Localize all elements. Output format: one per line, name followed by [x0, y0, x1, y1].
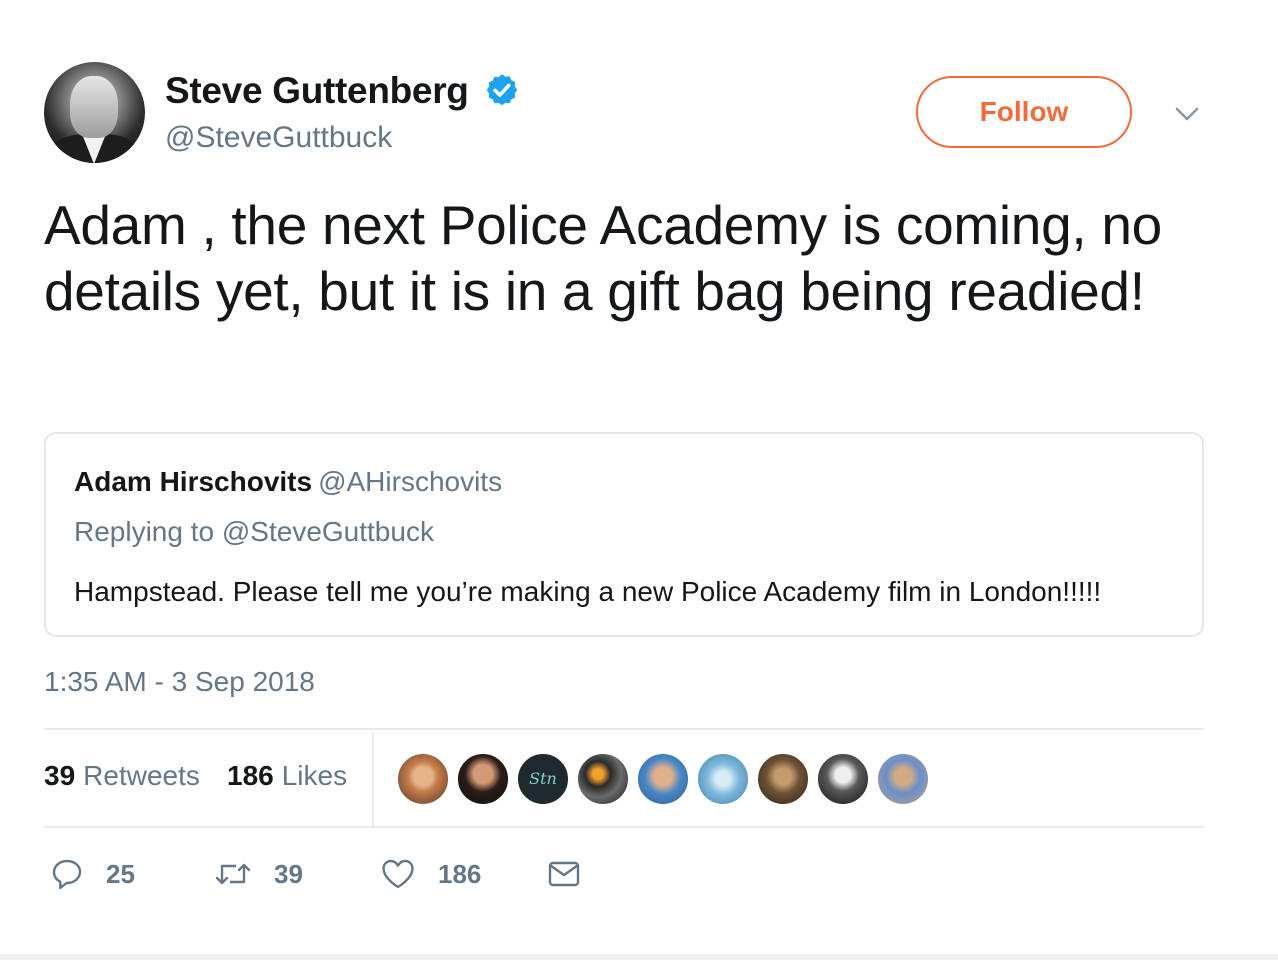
verified-badge-icon [486, 74, 518, 106]
like-count: 186 [438, 858, 482, 889]
stats-separator [372, 732, 374, 826]
tweet-text: Adam , the next Police Academy is coming… [44, 194, 1162, 322]
chevron-down-icon[interactable] [1172, 100, 1202, 128]
engagement-stats: 39 Retweets 186 Likes Stn [44, 732, 1204, 826]
liker-avatar[interactable] [456, 752, 510, 806]
liker-avatar[interactable] [756, 752, 810, 806]
heart-icon [382, 859, 414, 889]
liker-avatar[interactable] [576, 752, 630, 806]
author-display-name[interactable]: Steve Guttenberg [165, 70, 469, 112]
bottom-border [0, 954, 1278, 960]
divider [44, 728, 1204, 730]
follow-button[interactable]: Follow [916, 76, 1132, 148]
retweets-stat-label: Retweets [83, 760, 200, 791]
liker-avatar[interactable] [816, 752, 870, 806]
direct-message-button[interactable] [546, 846, 582, 902]
author-handle[interactable]: @SteveGuttbuck [165, 121, 392, 155]
liker-avatar[interactable] [876, 752, 930, 806]
reply-icon [52, 859, 82, 890]
tweet-card: Steve Guttenberg @SteveGuttbuck Follow A… [0, 0, 1278, 960]
retweet-button[interactable]: 39 [214, 846, 303, 902]
divider [44, 826, 1204, 828]
likes-stat-count: 186 [227, 760, 274, 791]
envelope-icon [548, 861, 580, 887]
retweet-icon [215, 863, 251, 885]
reply-count: 25 [106, 858, 135, 889]
retweet-count: 39 [274, 858, 303, 889]
liker-avatar[interactable]: Stn [516, 752, 570, 806]
likes-stat[interactable]: 186 Likes [227, 760, 347, 792]
liker-avatar[interactable] [636, 752, 690, 806]
quoted-text: Hampstead. Please tell me you’re making … [74, 576, 1102, 607]
svg-text:Stn: Stn [529, 769, 557, 788]
tweet-actions: 25 39 186 [44, 846, 744, 902]
retweets-stat-count: 39 [44, 760, 76, 791]
quoted-author-name: Adam Hirschovits [74, 466, 313, 497]
reply-button[interactable]: 25 [50, 846, 135, 902]
quoted-tweet[interactable]: Adam Hirschovits @AHirschovits Replying t… [44, 432, 1204, 637]
liker-avatar[interactable] [396, 752, 450, 806]
likes-stat-label: Likes [281, 760, 348, 791]
retweets-stat[interactable]: 39 Retweets [44, 760, 200, 792]
liker-avatar[interactable] [696, 752, 750, 806]
like-button[interactable]: 186 [380, 846, 481, 902]
author-avatar[interactable] [44, 62, 145, 163]
quoted-replying-to: Replying to @SteveGuttbuck [74, 516, 434, 547]
tweet-timestamp[interactable]: 1:35 AM - 3 Sep 2018 [44, 666, 315, 698]
quoted-author-handle: @AHirschovits [318, 466, 503, 497]
quoted-author: Adam Hirschovits @AHirschovits [74, 466, 502, 498]
